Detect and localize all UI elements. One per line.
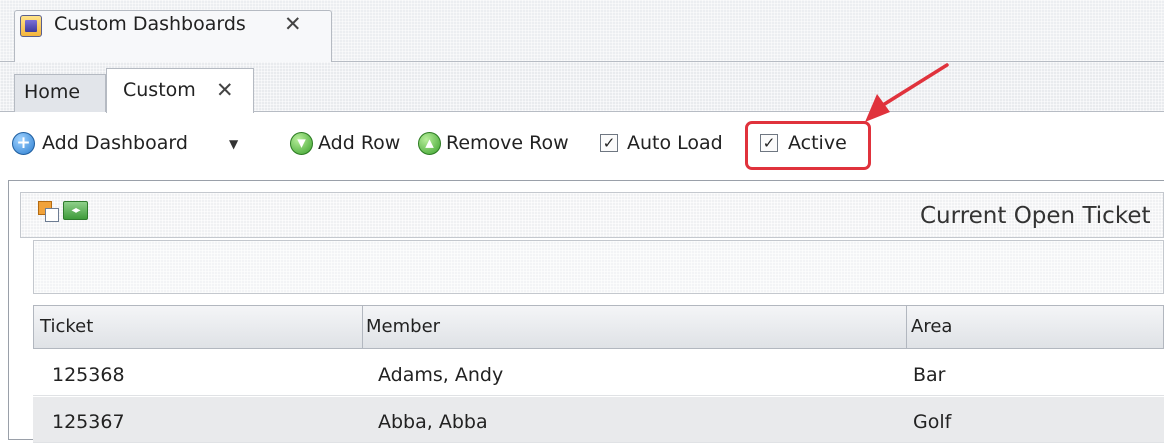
add-dashboard-button[interactable]: Add Dashboard xyxy=(42,131,188,155)
tab-custom-label: Custom xyxy=(123,79,196,101)
auto-load-checkbox[interactable]: ✓ xyxy=(600,134,618,152)
up-arrow-circle-icon[interactable]: ▴ xyxy=(418,132,441,155)
close-document-tab-icon[interactable]: ✕ xyxy=(284,12,302,36)
document-tab-label: Custom Dashboards xyxy=(54,13,246,35)
remove-row-button[interactable]: Remove Row xyxy=(446,131,569,155)
table-row[interactable] xyxy=(33,397,1164,443)
resize-icon[interactable]: ◂▸ xyxy=(63,201,88,220)
column-separator[interactable] xyxy=(906,305,907,349)
chevron-down-icon[interactable]: ▼ xyxy=(229,137,238,151)
dashboard-app-icon xyxy=(20,15,42,37)
add-row-button[interactable]: Add Row xyxy=(318,131,400,155)
filter-bar xyxy=(33,240,1164,294)
down-arrow-circle-icon[interactable]: ▾ xyxy=(290,132,313,155)
cell-ticket: 125368 xyxy=(52,364,125,386)
cell-member: Abba, Abba xyxy=(378,411,488,433)
column-header-ticket[interactable]: Ticket xyxy=(40,315,93,339)
cell-area: Bar xyxy=(913,364,946,386)
cell-area: Golf xyxy=(913,411,952,433)
cell-ticket: 125367 xyxy=(52,411,125,433)
column-header-member[interactable]: Member xyxy=(366,315,440,339)
grid-header xyxy=(33,305,1164,349)
column-header-area[interactable]: Area xyxy=(911,315,952,339)
cell-member: Adams, Andy xyxy=(378,364,504,386)
column-separator[interactable] xyxy=(362,305,363,349)
windows-icon[interactable] xyxy=(38,201,59,222)
tab-home-label: Home xyxy=(24,81,81,103)
auto-load-label[interactable]: Auto Load xyxy=(627,131,723,155)
annotation-arrow xyxy=(865,63,949,122)
table-row[interactable] xyxy=(33,350,1164,396)
panel-title: Current Open Ticket xyxy=(920,203,1151,229)
plus-circle-icon[interactable]: + xyxy=(12,132,35,155)
close-custom-tab-icon[interactable]: ✕ xyxy=(216,78,234,102)
